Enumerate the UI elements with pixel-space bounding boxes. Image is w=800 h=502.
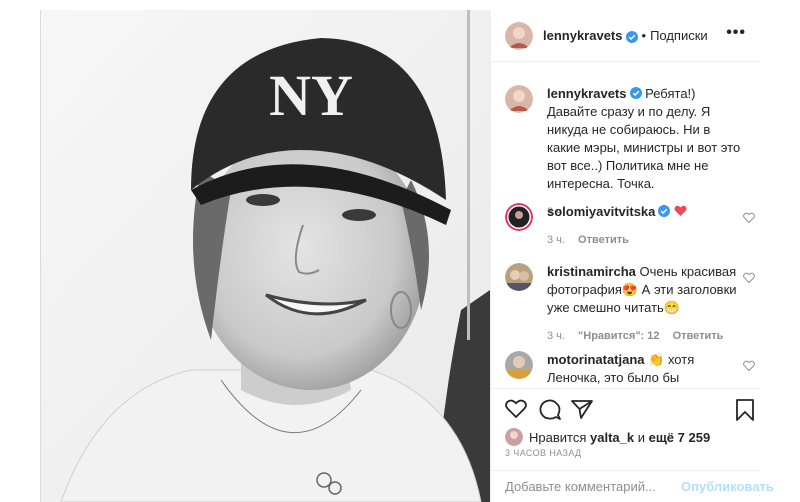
comment-text-block: kristinamircha Очень красивая фотография… xyxy=(547,263,747,345)
photo-image: NY xyxy=(41,10,490,502)
avatar[interactable] xyxy=(505,351,533,379)
comment-username[interactable]: kristinamircha xyxy=(547,264,636,279)
action-bar xyxy=(491,388,760,425)
likes-user[interactable]: yalta_k xyxy=(590,430,634,445)
verified-icon xyxy=(658,204,671,217)
post: NY lennykravets • Подписки ••• lennykrav… xyxy=(40,10,774,502)
verified-icon xyxy=(625,30,638,43)
comments-scroll[interactable]: lennykravets Ребята!) Давайте сразу и по… xyxy=(491,63,760,388)
likes-middle: и xyxy=(637,429,645,445)
comment-text-block: solomiyavitvitska 3 ч. Ответить xyxy=(547,203,747,249)
bookmark-icon[interactable] xyxy=(735,399,755,421)
caption-text: Ребята!) Давайте сразу и по делу. Я нику… xyxy=(547,86,741,191)
post-panel: lennykravets • Подписки ••• lennykravets… xyxy=(490,10,774,502)
publish-button[interactable]: Опубликовать xyxy=(681,479,774,494)
avatar[interactable] xyxy=(505,85,533,113)
comment-input[interactable] xyxy=(505,479,681,494)
svg-text:NY: NY xyxy=(269,63,353,128)
avatar[interactable] xyxy=(505,428,523,446)
comment-username[interactable]: motorinatatjana xyxy=(547,352,645,367)
comment-like-heart-icon[interactable] xyxy=(743,271,755,284)
verified-icon xyxy=(629,86,642,99)
comment-username[interactable]: solomiyavitvitska xyxy=(547,204,655,219)
avatar[interactable] xyxy=(505,203,533,231)
heart-icon[interactable] xyxy=(505,399,527,419)
likes-count[interactable]: ещё 7 259 xyxy=(649,430,711,445)
likes-summary: Нравится yalta_k и ещё 7 259 xyxy=(505,428,710,446)
caption-text-block: lennykravets Ребята!) Давайте сразу и по… xyxy=(547,85,747,221)
avatar[interactable] xyxy=(505,263,533,291)
comment-icon[interactable] xyxy=(539,399,561,421)
header-username[interactable]: lennykravets xyxy=(543,28,623,43)
comment-time[interactable]: 3 ч. xyxy=(547,330,565,342)
add-comment-bar: Опубликовать xyxy=(491,470,774,502)
comment-likes-count[interactable]: "Нравится": 12 xyxy=(578,330,659,342)
following-button[interactable]: Подписки xyxy=(650,28,708,43)
more-icon[interactable]: ••• xyxy=(726,24,746,42)
post-photo[interactable]: NY xyxy=(41,10,490,502)
red-heart-emoji-icon xyxy=(674,204,687,219)
post-time[interactable]: 3 ЧАСОВ НАЗАД xyxy=(505,448,582,458)
header-separator: • xyxy=(641,28,647,43)
reply-button[interactable]: Ответить xyxy=(578,234,629,246)
caption-username[interactable]: lennykravets xyxy=(547,86,627,101)
share-icon[interactable] xyxy=(571,399,593,419)
reply-button[interactable]: Ответить xyxy=(673,330,724,342)
comment-like-heart-icon[interactable] xyxy=(743,359,755,372)
likes-prefix: Нравится xyxy=(529,429,587,445)
post-header: lennykravets • Подписки ••• xyxy=(491,10,760,62)
avatar[interactable] xyxy=(505,21,533,50)
comment-time[interactable]: 3 ч. xyxy=(547,234,565,246)
comment-like-heart-icon[interactable] xyxy=(743,211,755,224)
comment-text-block: motorinatatjana 👏 хотя Леночка, это было… xyxy=(547,351,747,387)
